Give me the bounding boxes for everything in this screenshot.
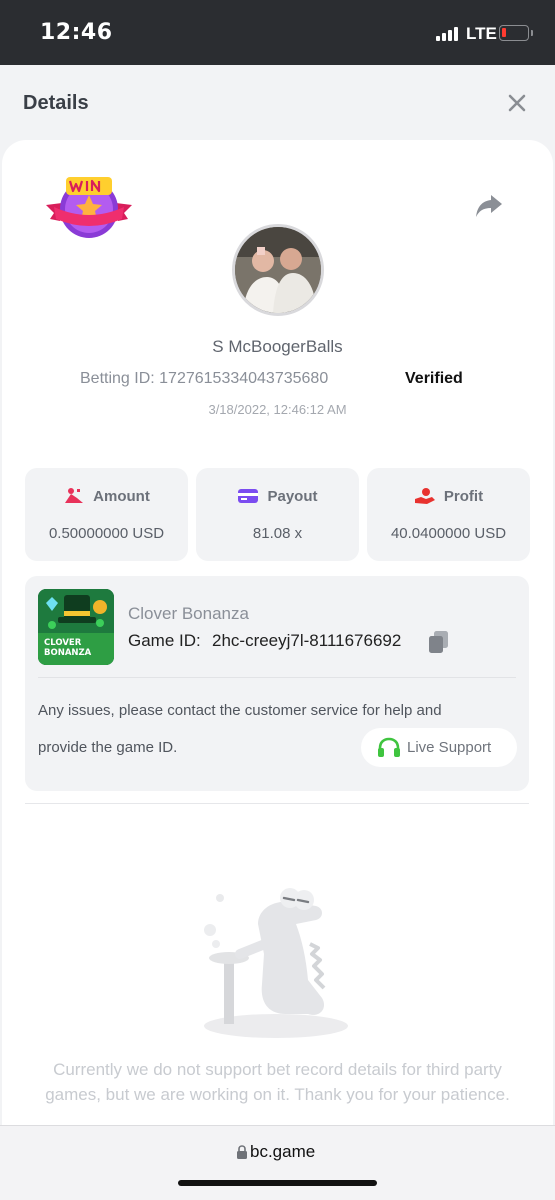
third-party-notice: Currently we do not support bet record d… bbox=[45, 1060, 510, 1104]
close-icon[interactable] bbox=[504, 90, 530, 116]
share-icon[interactable] bbox=[474, 192, 504, 220]
home-indicator[interactable] bbox=[178, 1180, 377, 1186]
game-id-label: Game ID: bbox=[128, 631, 201, 650]
game-name[interactable]: Clover Bonanza bbox=[128, 604, 249, 624]
stat-label: Payout bbox=[267, 487, 318, 505]
bet-timestamp: 3/18/2022, 12:46:12 AM bbox=[208, 402, 347, 417]
live-support-label: Live Support bbox=[407, 739, 492, 756]
user-name[interactable]: S McBoogerBalls bbox=[0, 337, 555, 357]
issue-text: provide the game ID. bbox=[38, 739, 178, 756]
page-title: Details bbox=[23, 92, 89, 114]
game-thumb-line-1: CLOVER bbox=[44, 638, 82, 648]
status-time: 12:46 bbox=[40, 20, 113, 45]
payout-icon bbox=[238, 489, 259, 503]
stat-amount: Amount 0.50000000 USD bbox=[25, 468, 188, 561]
battery-icon bbox=[499, 25, 529, 41]
lock-icon bbox=[237, 1145, 247, 1159]
stat-value: 0.50000000 USD bbox=[48, 525, 165, 542]
browser-address-bar[interactable] bbox=[0, 1125, 555, 1200]
divider bbox=[38, 677, 516, 678]
headset-icon bbox=[378, 737, 400, 757]
divider bbox=[25, 803, 529, 804]
stat-payout: Payout 81.08 x bbox=[196, 468, 359, 561]
profit-icon bbox=[414, 488, 435, 504]
signal-icon bbox=[436, 27, 458, 41]
stat-label: Amount bbox=[93, 487, 150, 505]
live-support-button[interactable]: Live Support bbox=[361, 728, 517, 767]
details-header: Details bbox=[0, 65, 555, 140]
amount-icon bbox=[65, 488, 84, 503]
status-bar: 12:46 LTE bbox=[0, 0, 555, 65]
verified-status: Verified bbox=[405, 370, 463, 387]
game-thumb-line-2: BONANZA bbox=[44, 648, 92, 658]
betting-id: Betting ID: 1727615334043735680 bbox=[80, 370, 329, 387]
url-text[interactable]: bc.game bbox=[250, 1142, 315, 1162]
game-thumbnail[interactable]: CLOVER BONANZA bbox=[38, 589, 114, 665]
avatar bbox=[232, 224, 324, 316]
crocodile-illustration bbox=[204, 888, 348, 1038]
stat-label: Profit bbox=[443, 487, 484, 505]
stat-profit: Profit 40.0400000 USD bbox=[367, 468, 530, 561]
network-type: LTE bbox=[466, 24, 497, 43]
stat-value: 81.08 x bbox=[252, 525, 303, 542]
game-id-value: 2hc-creeyj7l-8111676692 bbox=[212, 631, 402, 650]
win-badge-icon bbox=[46, 177, 132, 238]
issue-text: Any issues, please contact the customer … bbox=[38, 702, 442, 719]
stat-value: 40.0400000 USD bbox=[390, 525, 507, 542]
battery-cap bbox=[531, 30, 533, 36]
copy-icon[interactable] bbox=[428, 630, 450, 654]
